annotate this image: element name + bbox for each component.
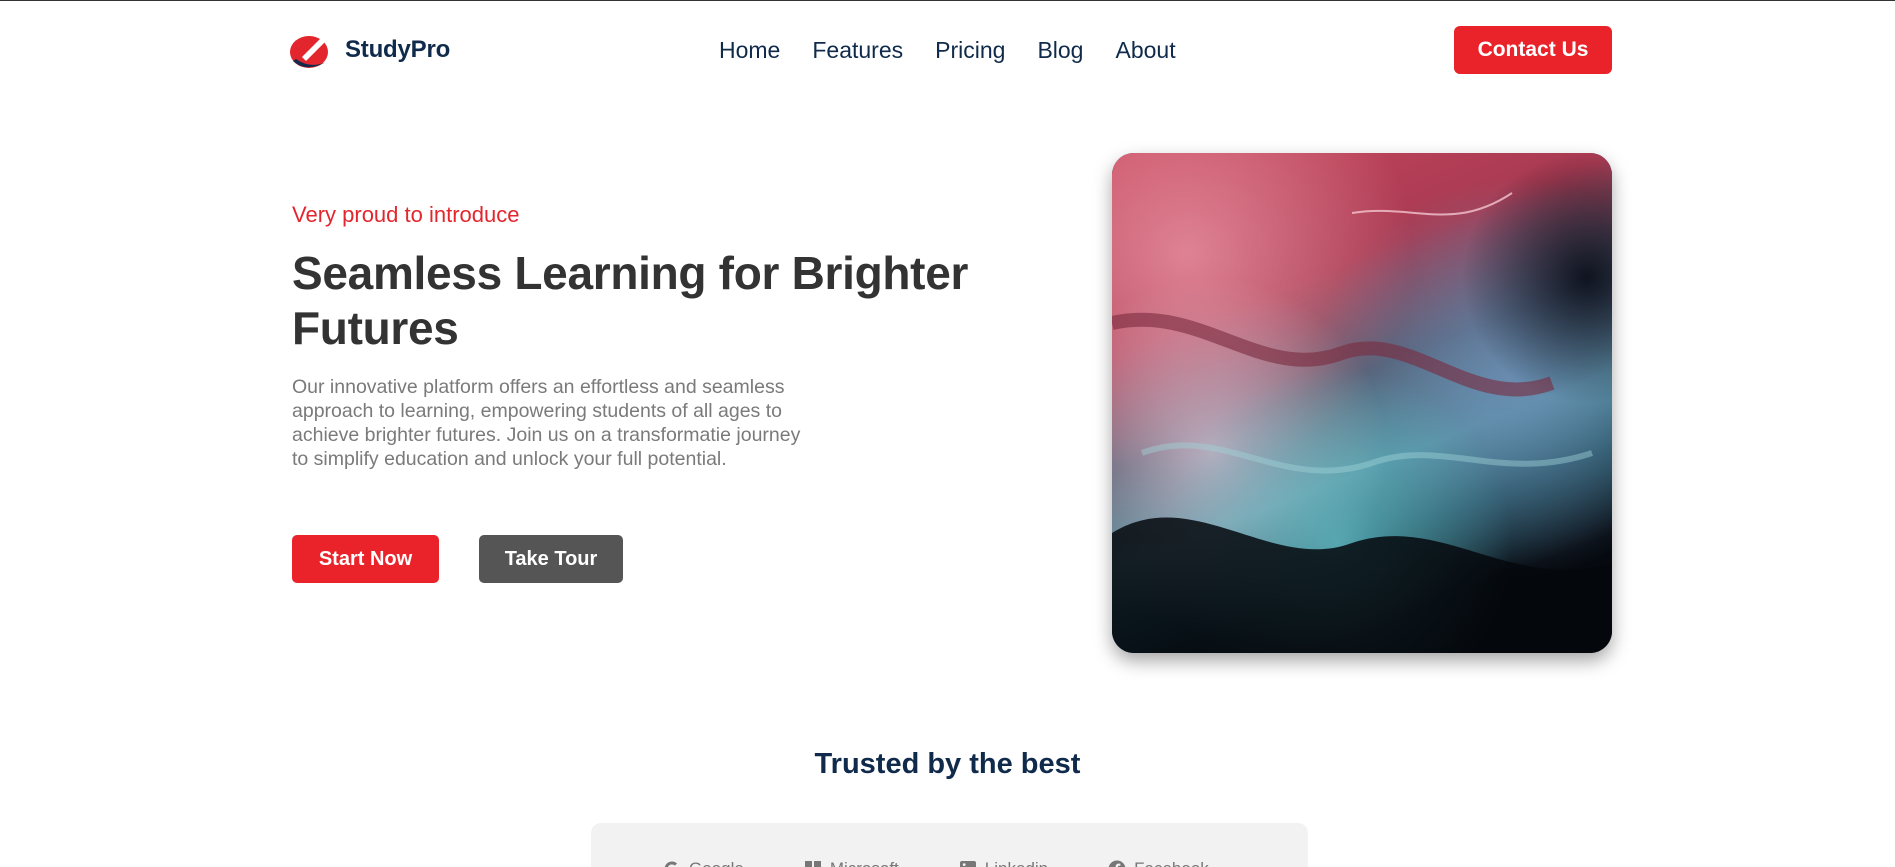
partner-label: Linkedin [985,859,1048,867]
partner-label: Facebook [1134,859,1209,867]
nav-pricing[interactable]: Pricing [935,37,1005,64]
partner-linkedin: Linkedin [959,859,1048,867]
hero-abstract-image [1112,153,1612,653]
partner-logos-bar: Google Microsoft Linkedin Facebook [591,823,1308,867]
partner-label: Microsoft [830,859,899,867]
trusted-title: Trusted by the best [814,748,1081,780]
nav-about[interactable]: About [1115,37,1175,64]
top-border [0,0,1895,1]
partner-label: Google [689,859,744,867]
hero-description: Our innovative platform offers an effort… [292,376,801,470]
brand-name[interactable]: StudyPro [345,36,450,64]
nav-features[interactable]: Features [812,37,903,64]
partner-microsoft: Microsoft [804,859,899,867]
partner-facebook: Facebook [1108,859,1209,867]
contact-us-button[interactable]: Contact Us [1454,26,1612,74]
microsoft-icon [804,860,822,867]
nav-blog[interactable]: Blog [1037,37,1083,64]
linkedin-icon [959,860,977,867]
main-nav: Home Features Pricing Blog About [719,37,1176,64]
nav-home[interactable]: Home [719,37,780,64]
facebook-icon [1108,860,1126,867]
hero-eyebrow: Very proud to introduce [292,202,520,227]
studypro-logo-icon[interactable] [288,29,332,71]
start-now-button[interactable]: Start Now [292,535,439,583]
partner-google: Google [663,859,744,867]
hero-headline: Seamless Learning for Brighter Futures [292,247,969,354]
google-icon [663,860,681,867]
take-tour-button[interactable]: Take Tour [479,535,623,583]
